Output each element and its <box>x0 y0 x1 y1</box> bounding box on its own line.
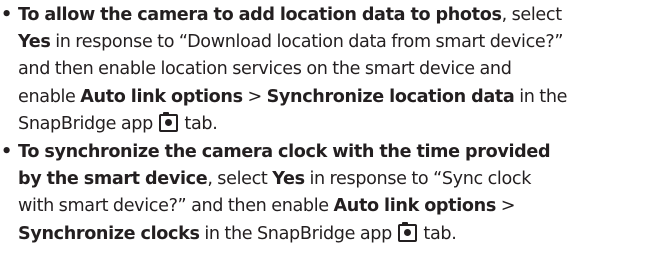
text-line: To synchronize the camera clock with the… <box>18 139 659 166</box>
text: SnapBridge app <box>18 113 158 134</box>
bold-text: To synchronize the camera clock with the… <box>18 141 551 162</box>
bold-text: Auto link options <box>333 196 497 217</box>
text-line: with smart device?” and then enable Auto… <box>18 193 659 220</box>
text-line: enable Auto link options > Synchronize l… <box>18 84 659 111</box>
bold-text: by the smart device <box>18 169 208 190</box>
bold-text: Auto link options <box>80 86 243 107</box>
text-line: Yes in response to “Download location da… <box>18 29 659 56</box>
text: tab. <box>418 223 457 244</box>
text: and then enable location services on the… <box>18 59 512 80</box>
text-line: by the smart device, select Yes in respo… <box>18 166 659 193</box>
text-line: To allow the camera to add location data… <box>18 2 659 29</box>
bold-text: Yes <box>272 169 305 190</box>
instruction-list: • To allow the camera to add location da… <box>0 2 659 248</box>
text: , select <box>501 5 563 25</box>
text: in response to “Sync clock <box>304 169 532 190</box>
text: , select <box>207 169 273 190</box>
text: > <box>495 196 516 217</box>
bold-text: Synchronize clocks <box>18 223 200 244</box>
list-item-sync-clock: • To synchronize the camera clock with t… <box>0 139 659 248</box>
text-line: Synchronize clocks in the SnapBridge app… <box>18 221 659 248</box>
list-item-location-data: • To allow the camera to add location da… <box>0 2 659 138</box>
bullet: • <box>1 5 12 25</box>
text: > <box>242 86 267 107</box>
bold-text: Synchronize location data <box>266 86 515 107</box>
text: with smart device?” and then enable <box>18 196 334 217</box>
camera-tab-icon <box>158 111 178 132</box>
bullet: • <box>1 141 12 162</box>
text: enable <box>18 86 81 107</box>
text: in response to “Download location data f… <box>50 32 564 53</box>
camera-tab-icon <box>397 221 417 242</box>
text-line: and then enable location services on the… <box>18 56 659 83</box>
text: tab. <box>179 113 218 134</box>
text-line: SnapBridge app tab. <box>18 111 659 138</box>
text: in the SnapBridge app <box>199 223 397 244</box>
text: in the <box>514 86 568 107</box>
bold-text: To allow the camera to add location data… <box>18 5 502 25</box>
bold-text: Yes <box>18 32 51 53</box>
